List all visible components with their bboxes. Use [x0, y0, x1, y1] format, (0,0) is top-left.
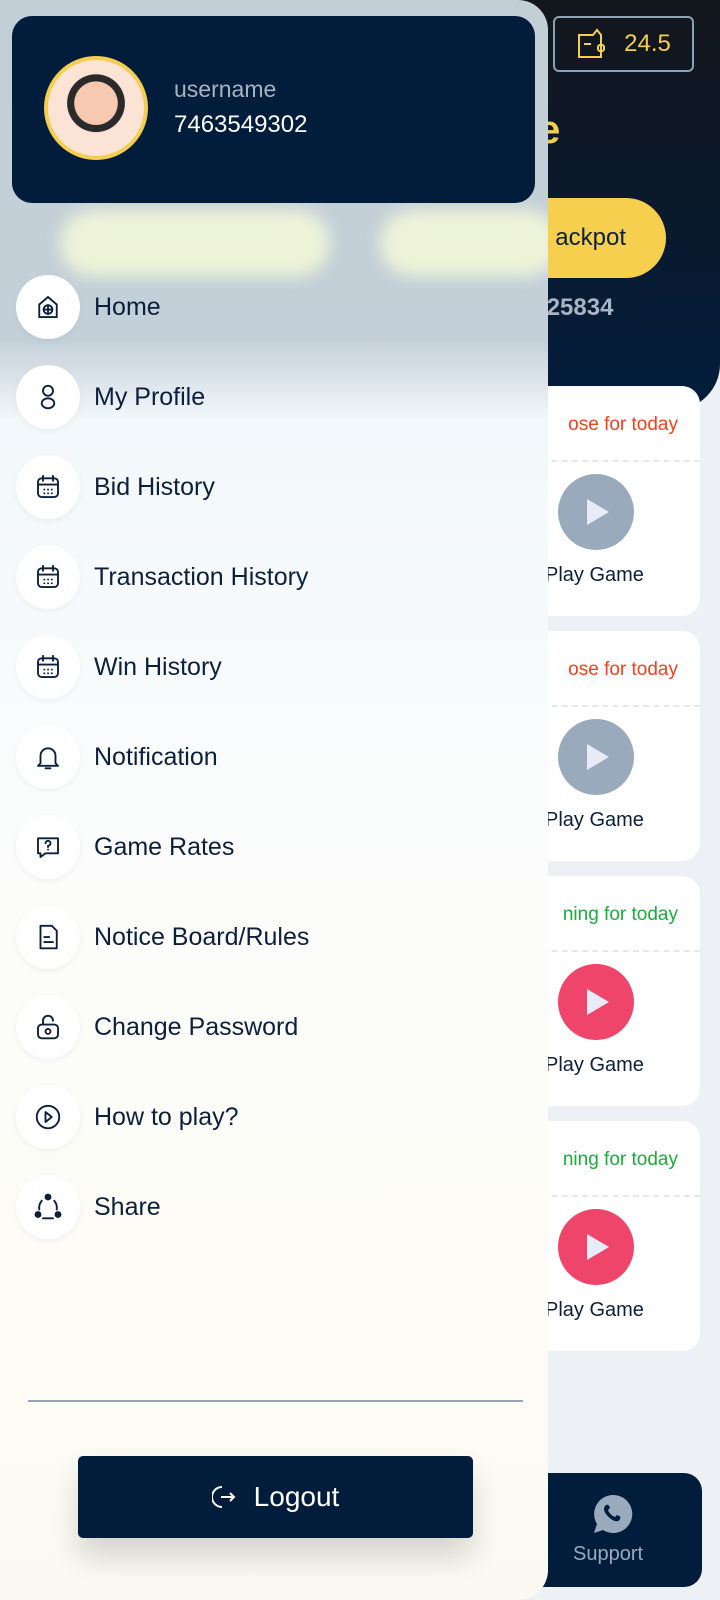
menu-item-label: Share: [94, 1192, 161, 1221]
play-button-icon[interactable]: [558, 719, 634, 795]
menu-item-label: Change Password: [94, 1012, 299, 1041]
calendar-icon: [16, 455, 80, 519]
play-game-label[interactable]: Play Game: [545, 564, 644, 587]
menu-item-label: My Profile: [94, 382, 206, 411]
menu-item-label: Bid History: [94, 472, 215, 501]
game-status: ning for today: [562, 904, 678, 925]
menu-item-my-profile[interactable]: My Profile: [16, 365, 205, 429]
menu-item-label: Transaction History: [94, 562, 309, 591]
menu-item-label: Home: [94, 292, 161, 321]
share-icon: [16, 1175, 80, 1239]
play-button-icon[interactable]: [558, 474, 634, 550]
game-status: ning for today: [562, 1149, 678, 1170]
menu-item-label: Game Rates: [94, 832, 235, 861]
calendar-icon: [16, 635, 80, 699]
divider: [28, 1400, 523, 1402]
game-status: ose for today: [568, 659, 678, 680]
play-game-label[interactable]: Play Game: [545, 1054, 644, 1077]
menu-item-label: Win History: [94, 652, 222, 681]
menu-item-label: Notice Board/Rules: [94, 922, 310, 951]
profile-username: username: [174, 76, 277, 102]
home-icon: [16, 275, 80, 339]
whatsapp-icon: [594, 1494, 633, 1533]
menu-item-label: How to play?: [94, 1102, 239, 1131]
menu-item-bid-history[interactable]: Bid History: [16, 455, 215, 519]
play-button-icon[interactable]: [558, 964, 634, 1040]
logout-icon: [211, 1486, 236, 1508]
bell-icon: [16, 725, 80, 789]
menu-item-share[interactable]: Share: [16, 1175, 161, 1239]
menu-item-notice-board-rules[interactable]: Notice Board/Rules: [16, 905, 309, 969]
lock-icon: [16, 995, 80, 1059]
document-icon: [16, 905, 80, 969]
menu-item-transaction-history[interactable]: Transaction History: [16, 545, 308, 609]
logout-button[interactable]: Logout: [78, 1456, 473, 1538]
calendar-icon: [16, 545, 80, 609]
wallet-icon: [578, 28, 606, 58]
menu-item-notification[interactable]: Notification: [16, 725, 218, 789]
navigation-drawer: username 7463549302 Home My Profile Bid Hi…: [0, 0, 548, 1600]
menu-item-label: Notification: [94, 742, 218, 771]
menu-item-win-history[interactable]: Win History: [16, 635, 222, 699]
wallet-balance[interactable]: 24.5: [553, 16, 694, 72]
support-label: Support: [573, 1543, 644, 1565]
user-icon: [16, 365, 80, 429]
avatar: [44, 56, 148, 160]
play-circle-icon: [16, 1085, 80, 1149]
menu-item-game-rates[interactable]: Game Rates: [16, 815, 234, 879]
logout-label: Logout: [253, 1481, 340, 1512]
play-game-label[interactable]: Play Game: [545, 1299, 644, 1322]
menu-item-home[interactable]: Home: [16, 275, 161, 339]
question-chat-icon: [16, 815, 80, 879]
blurred-button: [60, 210, 330, 276]
play-button-icon[interactable]: [558, 1209, 634, 1285]
game-status: ose for today: [568, 414, 678, 435]
menu-item-change-password[interactable]: Change Password: [16, 995, 298, 1059]
blurred-button: [380, 210, 548, 276]
wallet-amount: 24.5: [624, 30, 671, 57]
play-game-label[interactable]: Play Game: [545, 809, 644, 832]
profile-mobile: 7463549302: [174, 111, 308, 138]
menu-item-how-to-play[interactable]: How to play?: [16, 1085, 239, 1149]
